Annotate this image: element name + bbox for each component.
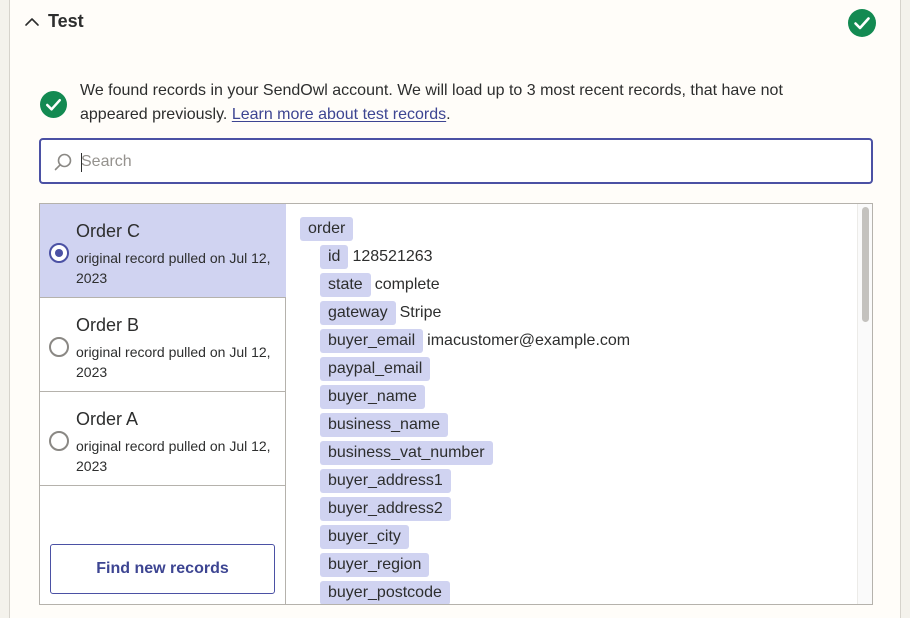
field-key: buyer_address2	[320, 497, 451, 521]
search-input[interactable]	[81, 148, 841, 176]
record-list: Order C original record pulled on Jul 12…	[40, 204, 286, 604]
field-value: Stripe	[399, 304, 442, 321]
record-subtitle: original record pulled on Jul 12, 2023	[76, 438, 271, 474]
find-new-records-button[interactable]: Find new records	[50, 544, 275, 594]
field-row: buyer_name	[320, 385, 425, 409]
record-order-a[interactable]: Order A original record pulled on Jul 12…	[40, 392, 286, 486]
field-key: buyer_region	[320, 553, 430, 577]
field-key: id	[320, 245, 349, 269]
info-period: .	[446, 106, 451, 123]
record-name: Order B	[76, 315, 140, 335]
record-name: Order C	[76, 221, 141, 241]
section-title: Test	[48, 11, 84, 31]
scrollbar-thumb[interactable]	[862, 207, 869, 322]
fields-scrollbar[interactable]	[857, 204, 872, 604]
check-circle-icon	[848, 9, 876, 37]
field-key: buyer_name	[320, 385, 425, 409]
field-row: state complete	[320, 273, 440, 297]
radio-selected[interactable]	[49, 243, 69, 263]
field-row: paypal_email	[320, 357, 431, 381]
field-key: business_name	[320, 413, 449, 437]
field-key: buyer_city	[320, 525, 409, 549]
record-order-c[interactable]: Order C original record pulled on Jul 12…	[40, 204, 286, 298]
info-text: We found records in your SendOwl account…	[80, 79, 850, 127]
field-row: business_name	[320, 413, 449, 437]
section-header[interactable]: Test	[10, 0, 900, 46]
field-row: order	[300, 217, 354, 241]
field-key: buyer_postcode	[320, 581, 450, 604]
record-fields: order id 128521263 state complete gateway S…	[287, 204, 857, 604]
field-value: 128521263	[352, 248, 433, 265]
check-circle-icon	[40, 91, 67, 118]
field-row: buyer_address2	[320, 497, 451, 521]
field-key: order	[300, 217, 354, 241]
field-key: gateway	[320, 301, 396, 325]
record-name: Order A	[76, 409, 139, 429]
chevron-up-icon[interactable]	[24, 14, 40, 30]
search-box[interactable]	[39, 138, 873, 184]
radio-dot	[55, 249, 63, 257]
field-row: buyer_postcode	[320, 581, 450, 604]
field-row: buyer_email imacustomer@example.com	[320, 329, 630, 353]
field-row: gateway Stripe	[320, 301, 441, 325]
radio-unselected[interactable]	[49, 431, 69, 451]
field-row: buyer_city	[320, 525, 409, 549]
field-row: buyer_address1	[320, 469, 451, 493]
test-section: Test We found records in your SendOwl ac…	[9, 0, 901, 618]
learn-more-link[interactable]: Learn more about test records	[232, 106, 446, 123]
records-panel: Order C original record pulled on Jul 12…	[39, 203, 873, 605]
text-caret	[81, 153, 82, 172]
field-key: state	[320, 273, 371, 297]
field-key: business_vat_number	[320, 441, 493, 465]
field-value: complete	[374, 276, 440, 293]
radio-unselected[interactable]	[49, 337, 69, 357]
search-icon	[54, 153, 72, 171]
field-key: buyer_address1	[320, 469, 451, 493]
record-subtitle: original record pulled on Jul 12, 2023	[76, 250, 271, 286]
field-row: business_vat_number	[320, 441, 493, 465]
record-subtitle: original record pulled on Jul 12, 2023	[76, 344, 271, 380]
field-row: buyer_region	[320, 553, 430, 577]
field-key: paypal_email	[320, 357, 431, 381]
field-row: id 128521263	[320, 245, 433, 269]
field-key: buyer_email	[320, 329, 424, 353]
record-order-b[interactable]: Order B original record pulled on Jul 12…	[40, 298, 286, 392]
field-value: imacustomer@example.com	[427, 332, 631, 349]
